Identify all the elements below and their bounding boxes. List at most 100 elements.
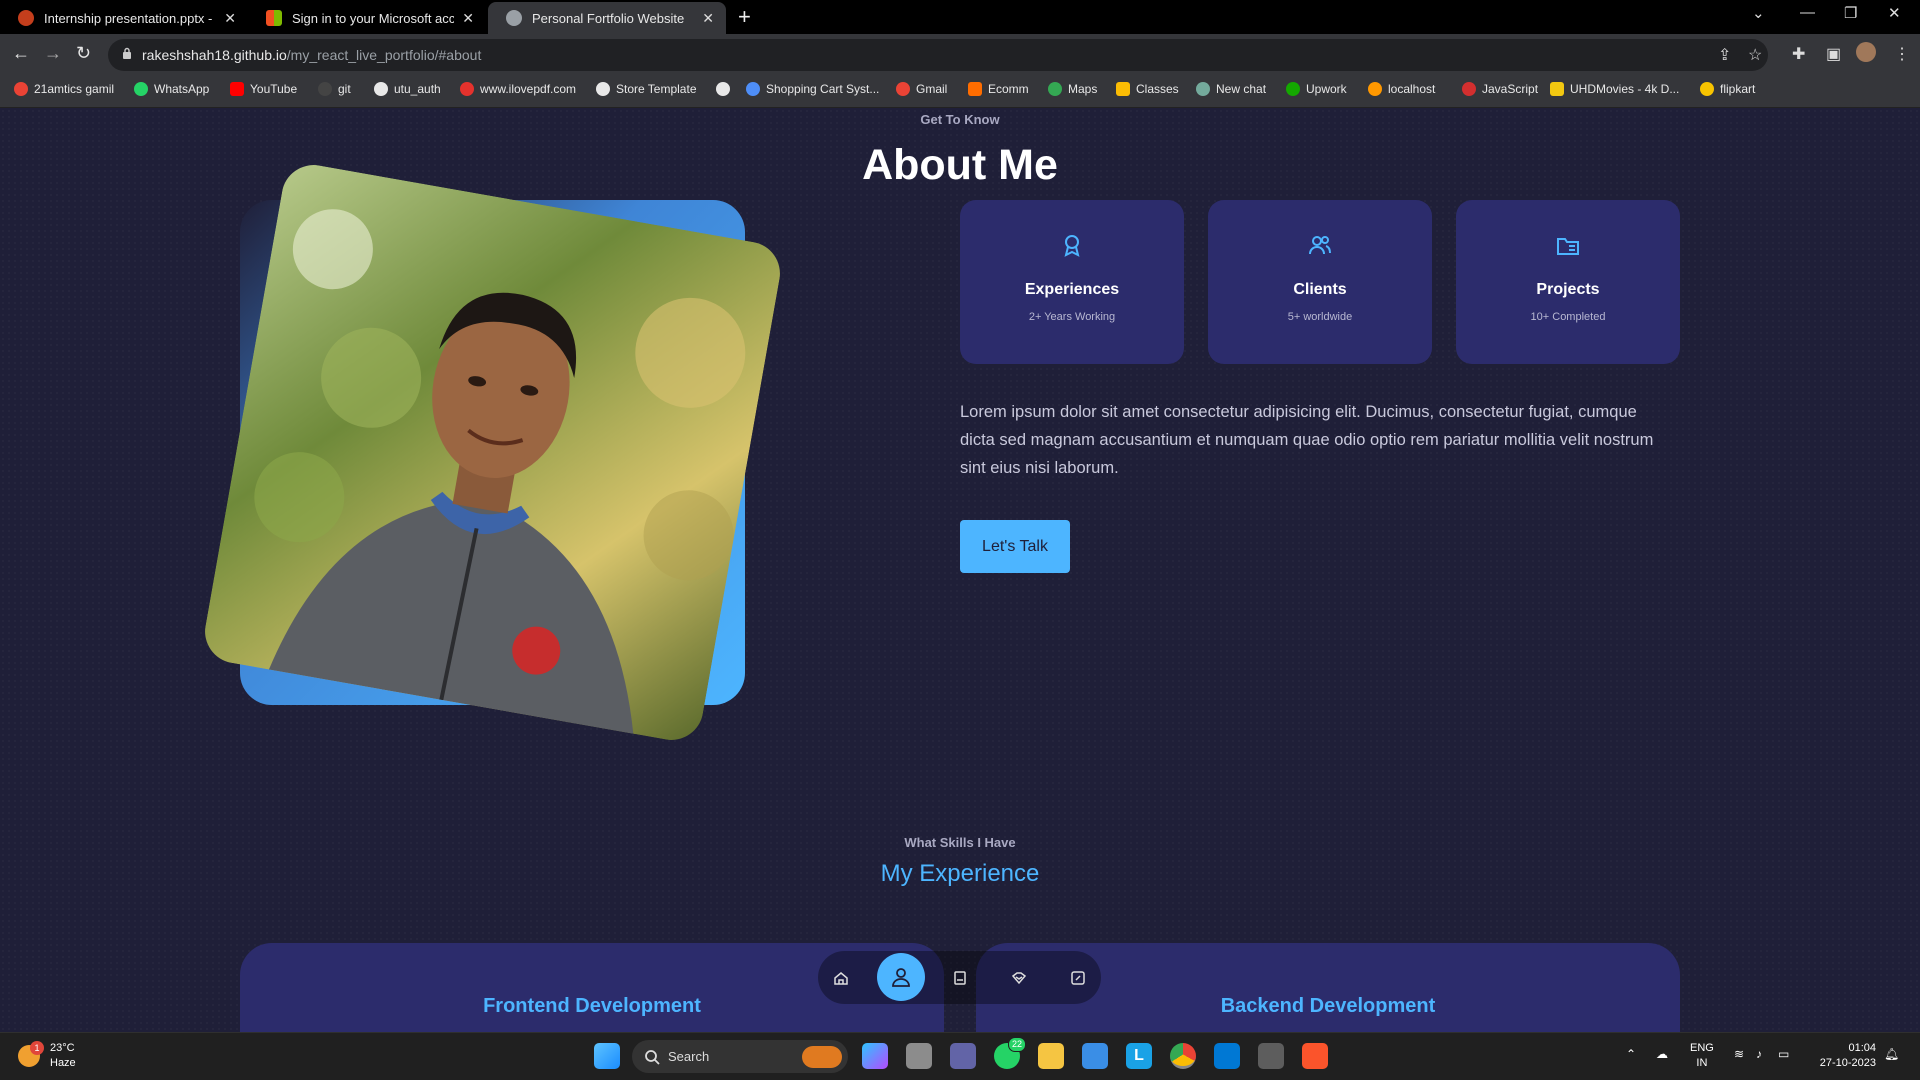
weather-widget[interactable]: 1 23°C Haze <box>18 1041 76 1071</box>
nav-about-button[interactable] <box>877 953 925 1001</box>
bookmark-shopping-cart[interactable]: Shopping Cart Syst... <box>746 82 879 96</box>
bookmark-localhost[interactable]: localhost <box>1368 82 1435 96</box>
bookmark-ecomm[interactable]: Ecomm <box>968 82 1029 96</box>
minimize-button[interactable]: — <box>1800 4 1815 21</box>
lets-talk-button[interactable]: Let's Talk <box>960 520 1070 573</box>
bookmark-unnamed[interactable] <box>716 82 736 96</box>
weather-badge: 1 <box>30 1041 44 1055</box>
card-subtitle: 5+ worldwide <box>1287 311 1353 323</box>
services-icon <box>1011 972 1027 985</box>
clock-date: 27-10-2023 <box>1819 1057 1876 1069</box>
onedrive-icon[interactable]: ☁ <box>1656 1047 1668 1061</box>
uhdmovies-icon <box>1550 82 1564 96</box>
search-icon <box>645 1050 660 1065</box>
javascript-icon <box>1462 82 1476 96</box>
weather-icon: 1 <box>18 1041 44 1067</box>
bookmark-store-template[interactable]: Store Template <box>596 82 697 96</box>
menu-icon[interactable]: ⋮ <box>1894 44 1910 64</box>
upwork-icon <box>1286 82 1300 96</box>
whatsapp-badge: 22 <box>1008 1037 1027 1052</box>
bookmark-star-icon[interactable]: ☆ <box>1748 45 1762 65</box>
copilot-icon[interactable] <box>862 1043 888 1069</box>
share-icon[interactable]: ⇪ <box>1718 45 1731 65</box>
side-panel-icon[interactable]: ▣ <box>1826 44 1841 64</box>
tab-title: Internship presentation.pptx - M <box>44 10 217 26</box>
projects-card: Projects 10+ Completed <box>1456 200 1680 364</box>
bookmark-flipkart[interactable]: flipkart <box>1700 82 1755 96</box>
card-title: Clients <box>1293 281 1347 298</box>
notifications-bell-icon[interactable]: 🔔︎ <box>1884 1047 1899 1061</box>
vscode-icon[interactable] <box>1214 1043 1240 1069</box>
battery-icon[interactable]: ▭ <box>1778 1047 1789 1061</box>
close-icon[interactable]: ✕ <box>462 10 474 27</box>
file-explorer-icon[interactable] <box>1038 1043 1064 1069</box>
bookmark-whatsapp[interactable]: WhatsApp <box>134 82 209 96</box>
reload-icon[interactable]: ↻ <box>76 43 91 64</box>
chrome-icon[interactable] <box>1170 1043 1196 1069</box>
profile-photo <box>199 159 786 746</box>
clock[interactable]: 01:04 27-10-2023 <box>1804 1041 1876 1071</box>
tab-search-icon[interactable]: ⌄ <box>1752 4 1765 22</box>
close-icon[interactable]: ✕ <box>702 10 714 27</box>
profile-avatar[interactable] <box>1856 42 1876 62</box>
bookmark-uhdmovies[interactable]: UHDMovies - 4k D... <box>1550 82 1679 96</box>
url-path: /my_react_live_portfolio/#about <box>286 47 482 63</box>
new-tab-button[interactable]: + <box>738 4 751 30</box>
bookmark-javascript[interactable]: JavaScript <box>1462 82 1538 96</box>
close-icon[interactable]: ✕ <box>224 10 236 27</box>
taskbar-search[interactable]: Search <box>632 1040 848 1073</box>
start-icon[interactable] <box>594 1043 620 1069</box>
about-subtitle: Get To Know <box>920 112 1000 127</box>
extensions-icon[interactable]: ✚ <box>1792 44 1805 64</box>
tab-microsoft-signin[interactable]: Sign in to your Microsoft accoun ✕ <box>248 2 486 34</box>
language-indicator[interactable]: ENG IN <box>1690 1041 1714 1071</box>
bookmark-ilovepdf[interactable]: www.ilovepdf.com <box>460 82 576 96</box>
weather-text: 23°C Haze <box>50 1041 76 1071</box>
search-highlight-icon <box>802 1046 842 1068</box>
nav-services-button[interactable] <box>1002 961 1036 995</box>
url-text: rakeshshah18.github.io/my_react_live_por… <box>142 47 481 63</box>
bookmark-gmail[interactable]: Gmail <box>896 82 947 96</box>
browser-toolbar: ← → ↻ rakeshshah18.github.io/my_react_li… <box>0 34 1920 76</box>
bookmark-youtube[interactable]: YouTube <box>230 82 297 96</box>
store-icon[interactable] <box>1082 1043 1108 1069</box>
bookmark-utu-auth[interactable]: utu_auth <box>374 82 441 96</box>
message-icon <box>1071 971 1085 985</box>
calculator-icon[interactable] <box>1258 1043 1284 1069</box>
nav-contact-button[interactable] <box>1061 961 1095 995</box>
restore-button[interactable]: ❐ <box>1844 4 1857 22</box>
close-window-button[interactable]: ✕ <box>1888 4 1901 22</box>
bookmark-classes[interactable]: Classes <box>1116 82 1179 96</box>
bookmark-upwork[interactable]: Upwork <box>1286 82 1347 96</box>
teams-chat-icon[interactable] <box>950 1043 976 1069</box>
github-icon <box>318 82 332 96</box>
bookmark-21amtics-gmail[interactable]: 21amtics gamil <box>14 82 114 96</box>
bookmark-maps[interactable]: Maps <box>1048 82 1097 96</box>
lock-icon <box>123 47 131 59</box>
show-hidden-icons-icon[interactable]: ⌃ <box>1626 1047 1636 1061</box>
card-subtitle: 10+ Completed <box>1530 311 1606 323</box>
weather-temp: 23°C <box>50 1042 75 1054</box>
task-view-icon[interactable] <box>906 1043 932 1069</box>
experience-title: My Experience <box>880 860 1040 887</box>
back-icon[interactable]: ← <box>12 43 30 64</box>
nav-home-button[interactable] <box>824 961 858 995</box>
globe-icon <box>596 82 610 96</box>
bookmark-git[interactable]: git <box>318 82 351 96</box>
forward-icon[interactable]: → <box>44 43 62 64</box>
tab-portfolio[interactable]: Personal Fortfolio Website ✕ <box>488 2 726 34</box>
address-bar[interactable]: rakeshshah18.github.io/my_react_live_por… <box>108 39 1768 71</box>
wifi-icon[interactable]: ≋ <box>1734 1047 1744 1061</box>
maps-icon <box>1048 82 1062 96</box>
volume-icon[interactable]: ♪ <box>1756 1047 1762 1061</box>
tab-powerpoint[interactable]: Internship presentation.pptx - M ✕ <box>0 2 248 34</box>
experience-subtitle: What Skills I Have <box>904 835 1016 850</box>
nav-experience-button[interactable] <box>943 961 977 995</box>
l-app-icon[interactable]: L <box>1126 1043 1152 1069</box>
flipkart-icon <box>1700 82 1714 96</box>
whatsapp-icon <box>134 82 148 96</box>
bookmark-new-chat[interactable]: New chat <box>1196 82 1266 96</box>
folder-icon <box>1557 238 1579 255</box>
whatsapp-taskbar-icon[interactable]: 22 <box>994 1037 1027 1069</box>
brave-icon[interactable] <box>1302 1043 1328 1069</box>
